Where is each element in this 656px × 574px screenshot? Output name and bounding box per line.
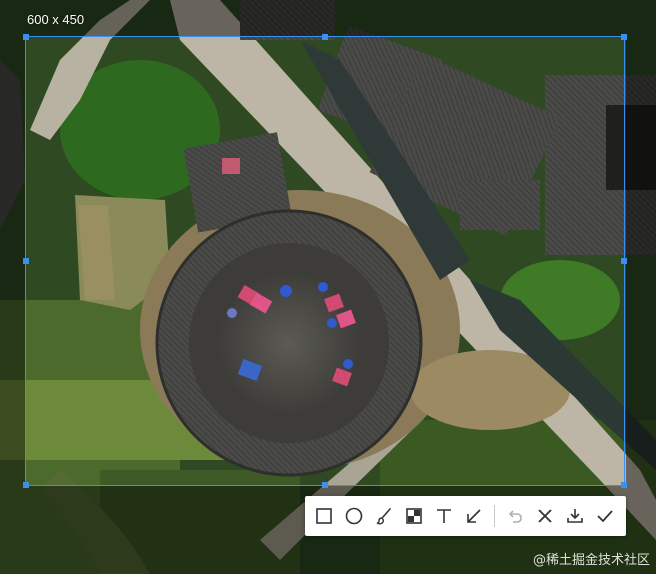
undo-icon xyxy=(508,510,522,523)
text-icon xyxy=(437,509,451,523)
mosaic-tool-button[interactable] xyxy=(399,501,429,531)
resize-handle-top-right[interactable] xyxy=(621,34,627,40)
undo-button[interactable] xyxy=(500,501,530,531)
ellipse-tool-button[interactable] xyxy=(339,501,369,531)
dim-overlay-right xyxy=(626,36,656,486)
download-icon xyxy=(567,509,583,523)
resize-handle-bottom-left[interactable] xyxy=(23,482,29,488)
brush-tool-button[interactable] xyxy=(369,501,399,531)
brush-icon xyxy=(376,508,391,525)
resize-handle-left[interactable] xyxy=(23,258,29,264)
dim-overlay-left xyxy=(0,36,25,486)
mosaic-icon xyxy=(406,508,422,524)
arrow-icon xyxy=(467,509,481,523)
resize-handle-right[interactable] xyxy=(621,258,627,264)
rectangle-icon xyxy=(316,508,332,524)
resize-handle-top[interactable] xyxy=(322,34,328,40)
save-button[interactable] xyxy=(560,501,590,531)
text-tool-button[interactable] xyxy=(429,501,459,531)
cancel-button[interactable] xyxy=(530,501,560,531)
resize-handle-bottom-right[interactable] xyxy=(621,482,627,488)
selection-rectangle[interactable] xyxy=(23,34,627,488)
toolbar-separator xyxy=(494,505,495,527)
selection-size-label: 600 x 450 xyxy=(27,12,85,27)
resize-handle-bottom[interactable] xyxy=(322,482,328,488)
screenshot-toolbar xyxy=(305,496,626,536)
ellipse-icon xyxy=(345,507,363,525)
watermark-text: @稀土掘金技术社区 xyxy=(532,553,650,568)
close-icon xyxy=(538,509,552,523)
confirm-button[interactable] xyxy=(590,501,620,531)
arrow-tool-button[interactable] xyxy=(459,501,489,531)
rectangle-tool-button[interactable] xyxy=(309,501,339,531)
check-icon xyxy=(597,510,613,523)
dim-overlay-top xyxy=(0,0,656,36)
resize-handle-top-left[interactable] xyxy=(23,34,29,40)
